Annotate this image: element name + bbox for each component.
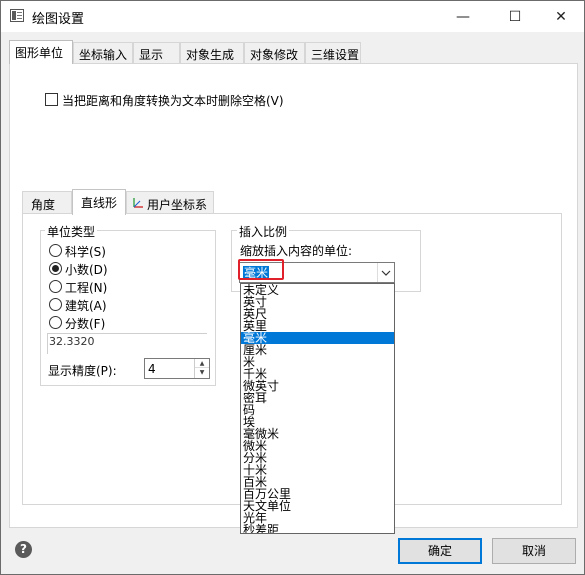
ok-button[interactable]: 确定 [398, 538, 482, 564]
spin-up-icon[interactable]: ▲ [195, 359, 209, 368]
tab-angle[interactable]: 角度 [22, 191, 72, 215]
window-title: 绘图设置 [32, 12, 85, 27]
chevron-down-icon[interactable] [377, 263, 394, 282]
dropdown-item[interactable]: 码 [241, 404, 394, 416]
precision-spin-buttons[interactable]: ▲ ▼ [194, 359, 209, 378]
preview-tick [47, 334, 48, 354]
tab-display[interactable]: 显示 [133, 42, 180, 64]
radio-scientific[interactable] [49, 244, 62, 257]
insert-scale-title: 插入比例 [237, 223, 290, 240]
radio-fractional[interactable] [49, 316, 62, 329]
insert-units-label: 缩放插入内容的单位: [240, 244, 353, 258]
radio-decimal[interactable] [49, 262, 62, 275]
cancel-button[interactable]: 取消 [492, 538, 576, 564]
tab-3d-settings[interactable]: 三维设置 [305, 42, 361, 64]
close-button[interactable]: ✕ [538, 1, 584, 32]
drawing-settings-dialog: 绘图设置 — ☐ ✕ 图形单位 坐标输入 显示 对象生成 对象修改 三维设置 当… [0, 0, 585, 575]
spin-down-icon[interactable]: ▼ [195, 368, 209, 377]
ucs-axis-icon [133, 198, 143, 208]
radio-architectural[interactable] [49, 298, 62, 311]
precision-label: 显示精度(P): [48, 364, 117, 378]
dropdown-item[interactable]: 厘米 [241, 344, 394, 356]
precision-stepper[interactable]: 4 ▲ ▼ [144, 358, 210, 379]
precision-value: 4 [148, 362, 156, 376]
dropdown-item[interactable]: 秒差距 [241, 524, 394, 533]
radio-engineering-label: 工程(N) [65, 281, 108, 295]
radio-decimal-label: 小数(D) [65, 263, 108, 277]
dropdown-item[interactable]: 密耳 [241, 392, 394, 404]
radio-fractional-label: 分数(F) [65, 317, 106, 331]
tab-ucs[interactable]: 用户坐标系 [126, 191, 214, 215]
app-icon [10, 9, 24, 22]
radio-scientific-label: 科学(S) [65, 245, 106, 259]
title-bar[interactable]: 绘图设置 — ☐ ✕ [1, 1, 584, 32]
tab-linear[interactable]: 直线形 [72, 189, 126, 215]
help-icon[interactable]: ? [15, 541, 32, 558]
preview-divider [47, 333, 207, 334]
tab-ucs-label: 用户坐标系 [147, 198, 208, 212]
radio-engineering[interactable] [49, 280, 62, 293]
highlight-annotation-box [238, 259, 284, 280]
tab-coordinate-input[interactable]: 坐标输入 [73, 42, 133, 64]
tab-object-creation[interactable]: 对象生成 [180, 42, 244, 64]
unit-preview-value: 32.3320 [49, 335, 95, 348]
tab-object-modify[interactable]: 对象修改 [244, 42, 305, 64]
minimize-button[interactable]: — [440, 1, 486, 32]
main-tab-strip: 图形单位 坐标输入 显示 对象生成 对象修改 三维设置 [9, 40, 579, 64]
remove-spaces-label: 当把距离和角度转换为文本时删除空格(V) [62, 94, 284, 108]
maximize-button[interactable]: ☐ [492, 1, 538, 32]
radio-architectural-label: 建筑(A) [65, 299, 107, 313]
tab-drawing-units[interactable]: 图形单位 [9, 40, 73, 64]
unit-type-title: 单位类型 [45, 223, 98, 240]
remove-spaces-checkbox[interactable] [45, 93, 58, 106]
insert-units-dropdown-list[interactable]: 未定义 英寸 英尺 英里 毫米 厘米 米 千米 微英寸 密耳 码 埃 毫微米 微… [240, 283, 395, 534]
